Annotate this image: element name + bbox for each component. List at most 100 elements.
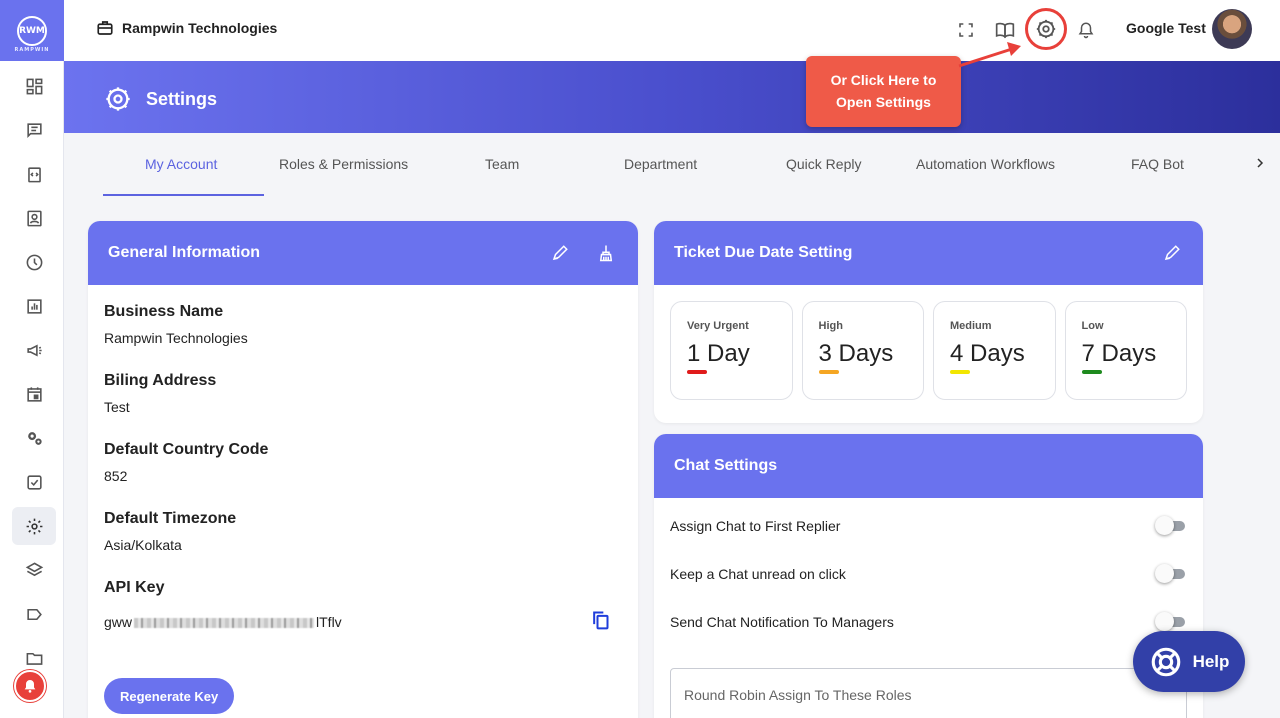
- chat-settings-body: Assign Chat to First Replier Keep a Chat…: [654, 498, 1203, 646]
- tabs-scroll-right-button[interactable]: [1252, 155, 1268, 171]
- gears-icon: [27, 431, 42, 445]
- briefcase-icon: [97, 21, 113, 35]
- sidebar-nav: [0, 67, 64, 683]
- country-code-value: 852: [104, 468, 128, 484]
- layers-icon: [25, 561, 43, 576]
- folder-icon: [26, 652, 42, 665]
- sidebar-item-calendar[interactable]: [12, 375, 56, 413]
- due-date-levels: Very Urgent 1 Day High 3 Days Medium 4 D…: [654, 285, 1203, 416]
- contacts-icon: [26, 210, 42, 226]
- keep-unread-toggle[interactable]: [1155, 564, 1187, 583]
- business-name-label: Business Name: [104, 303, 224, 320]
- settings-tabs: My Account Roles & Permissions Team Depa…: [64, 133, 1280, 197]
- logo-text: RWM: [19, 25, 45, 36]
- calendar-icon: [26, 386, 42, 402]
- billing-address-label: Biling Address: [104, 372, 217, 389]
- tab-faq-bot[interactable]: FAQ Bot: [1131, 156, 1184, 172]
- callout-line-1: Or Click Here to: [830, 72, 937, 88]
- pencil-icon: [1164, 245, 1180, 261]
- callout-line-2: Open Settings: [836, 94, 931, 110]
- user-name[interactable]: Google Test: [1126, 20, 1206, 36]
- priority-color-bar: [818, 370, 839, 374]
- due-level-value: 4 Days: [950, 340, 1025, 367]
- notify-managers-toggle[interactable]: [1155, 612, 1187, 631]
- round-robin-roles-select[interactable]: Round Robin Assign To These Roles: [670, 668, 1187, 718]
- sidebar-item-layers[interactable]: [12, 551, 56, 589]
- edit-general-button[interactable]: [549, 242, 571, 264]
- chat-icon: [26, 122, 42, 138]
- logo-mark: RWM RAMPWIN: [15, 15, 48, 53]
- assign-first-replier-toggle[interactable]: [1155, 516, 1187, 535]
- timezone-label: Default Timezone: [104, 510, 237, 527]
- clear-general-button[interactable]: [595, 242, 617, 264]
- general-information-header: General Information: [88, 221, 638, 285]
- tab-department[interactable]: Department: [624, 156, 697, 172]
- chevron-right-icon: [1257, 158, 1264, 168]
- priority-color-bar: [1081, 370, 1102, 374]
- copy-api-key-button[interactable]: [590, 609, 610, 635]
- sidebar-item-tasks[interactable]: [12, 463, 56, 501]
- help-button[interactable]: Help: [1133, 631, 1245, 692]
- due-level-label: High: [818, 320, 843, 332]
- card-title: General Information: [108, 244, 261, 261]
- setting-notify-managers: Send Chat Notification To Managers: [654, 598, 1203, 646]
- general-information-body: Business Name Rampwin Technologies Bilin…: [88, 285, 638, 653]
- sidebar-item-tickets[interactable]: [12, 155, 56, 193]
- tab-automation-workflows[interactable]: Automation Workflows: [916, 156, 1055, 172]
- sidebar-item-reports[interactable]: [12, 287, 56, 325]
- chat-settings-card: Chat Settings Assign Chat to First Repli…: [654, 434, 1203, 718]
- notification-bubble[interactable]: [14, 670, 46, 702]
- sidebar-item-history[interactable]: [12, 243, 56, 281]
- business-name-value: Rampwin Technologies: [104, 330, 248, 346]
- help-label: Help: [1192, 651, 1230, 671]
- megaphone-icon: [26, 343, 42, 357]
- ticket-due-date-header: Ticket Due Date Setting: [654, 221, 1203, 285]
- api-key-label: API Key: [104, 579, 165, 596]
- sidebar-item-chats[interactable]: [12, 111, 56, 149]
- clock-icon: [26, 254, 42, 270]
- tab-team[interactable]: Team: [485, 156, 519, 172]
- notifications-button[interactable]: [1075, 19, 1097, 41]
- api-key-prefix: gww: [104, 614, 133, 630]
- chat-settings-header: Chat Settings: [654, 434, 1203, 498]
- sidebar: RWM RAMPWIN: [0, 0, 64, 718]
- sidebar-item-labels[interactable]: [12, 595, 56, 633]
- priority-color-bar: [950, 370, 970, 374]
- setting-assign-first-replier: Assign Chat to First Replier: [654, 502, 1203, 550]
- sidebar-item-campaigns[interactable]: [12, 331, 56, 369]
- tab-roles-permissions[interactable]: Roles & Permissions: [279, 156, 408, 172]
- bell-icon: [1078, 22, 1094, 39]
- avatar[interactable]: [1212, 9, 1252, 49]
- tab-my-account[interactable]: My Account: [145, 156, 217, 172]
- card-title: Chat Settings: [674, 457, 778, 474]
- dashboard-icon: [26, 78, 42, 94]
- tab-quick-reply[interactable]: Quick Reply: [786, 156, 861, 172]
- logo[interactable]: RWM RAMPWIN: [0, 0, 64, 61]
- lifebuoy-icon: [1151, 647, 1180, 676]
- sidebar-item-integrations[interactable]: [12, 419, 56, 457]
- sidebar-item-contacts[interactable]: [12, 199, 56, 237]
- company-selector[interactable]: Rampwin Technologies: [96, 19, 277, 37]
- clipboard-code-icon: [27, 166, 41, 182]
- card-title: Ticket Due Date Setting: [674, 244, 853, 261]
- gear-icon: [1036, 19, 1056, 39]
- regenerate-key-button[interactable]: Regenerate Key: [104, 678, 235, 714]
- setting-keep-unread: Keep a Chat unread on click: [654, 550, 1203, 598]
- edit-due-date-button[interactable]: [1161, 242, 1183, 264]
- setting-label: Assign Chat to First Replier: [670, 518, 841, 534]
- sidebar-item-dashboard[interactable]: [12, 67, 56, 105]
- setting-label: Keep a Chat unread on click: [670, 566, 846, 582]
- bell-icon: [24, 680, 36, 693]
- due-level-very-urgent: Very Urgent 1 Day: [670, 301, 793, 400]
- ticket-due-date-card: Ticket Due Date Setting Very Urgent 1 Da…: [654, 221, 1203, 423]
- api-key-suffix: lTflv: [316, 614, 342, 630]
- setting-label: Send Chat Notification To Managers: [670, 614, 894, 630]
- callout-arrow: [958, 42, 1021, 68]
- api-key-redacted: [134, 618, 315, 629]
- tutorial-callout: Or Click Here to Open Settings: [806, 56, 961, 127]
- company-name: Rampwin Technologies: [122, 20, 278, 36]
- page-header: Settings: [64, 61, 1280, 133]
- sidebar-item-settings[interactable]: [12, 507, 56, 545]
- label-icon: [26, 608, 42, 620]
- bar-chart-icon: [26, 298, 42, 314]
